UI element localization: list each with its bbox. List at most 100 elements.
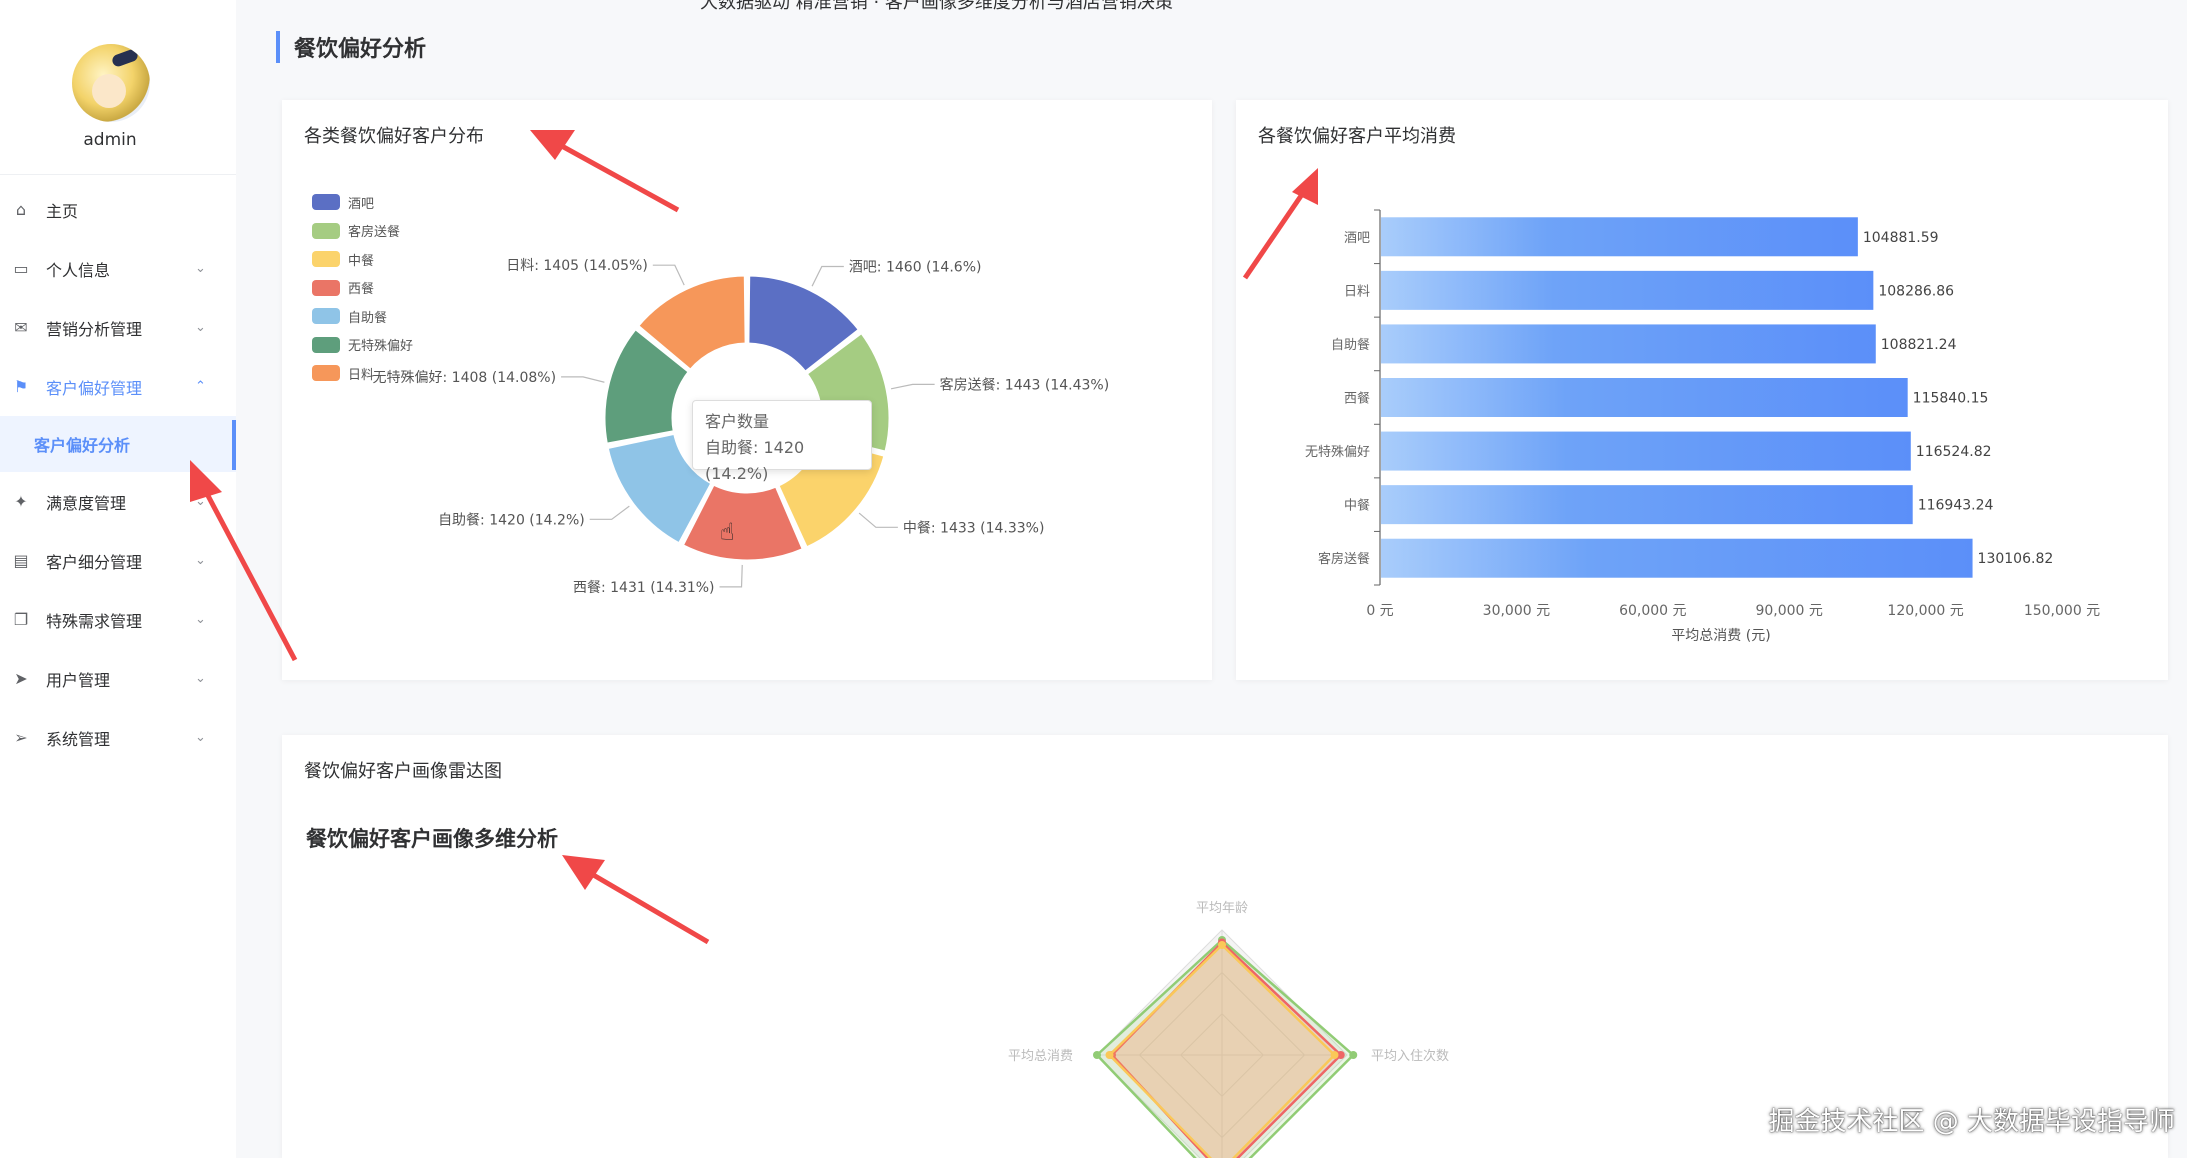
username: admin bbox=[83, 130, 137, 150]
mail-icon: ✉ bbox=[14, 318, 28, 337]
radar-point bbox=[1093, 1051, 1101, 1059]
sidebar-item-3[interactable]: ⚑ 客户偏好管理 ⌃ bbox=[0, 357, 236, 416]
avatar-face bbox=[92, 74, 126, 108]
paper-plane-icon: ➤ bbox=[14, 669, 28, 688]
pie-label: 自助餐: 1420 (14.2%) bbox=[438, 512, 585, 528]
sidebar-item-label: 营销分析管理 bbox=[46, 319, 143, 339]
radar-indicator-label: 平均年龄 bbox=[1196, 901, 1248, 916]
radar-point bbox=[1349, 1051, 1358, 1059]
radar-point bbox=[1218, 941, 1226, 949]
watermark: 掘金技术社区 @ 大数据毕设指导师 bbox=[1768, 1107, 2175, 1137]
chevron-down-icon: ⌄ bbox=[195, 730, 206, 745]
x-tick-label: 60,000 元 bbox=[1619, 603, 1686, 619]
page-header: 餐饮偏好分析 bbox=[276, 30, 426, 64]
copy-icon: ❐ bbox=[13, 610, 29, 629]
bar-value-label: 108821.24 bbox=[1881, 337, 1957, 353]
sidebar-item-0[interactable]: ⌂ 主页 bbox=[0, 180, 236, 239]
chevron-down-icon: ⌄ bbox=[195, 612, 206, 627]
sidebar-item-5[interactable]: ▤ 客户细分管理 ⌄ bbox=[0, 531, 236, 590]
page-title-accent bbox=[276, 31, 280, 63]
bar-value-label: 104881.59 bbox=[1863, 230, 1939, 246]
sidebar-divider bbox=[0, 174, 236, 175]
sidebar-menu: ⌂ 主页 ▭ 个人信息 ⌄ ✉ 营销分析管理 ⌄ ⚑ 客户偏好管理 ⌃ 客户偏好分析 ✦ 满意度管理 ⌄ ▤ 客… bbox=[0, 180, 236, 767]
thumb-icon: ✦ bbox=[14, 492, 28, 511]
x-tick-label: 0 元 bbox=[1366, 603, 1393, 619]
sidebar-item-label: 主页 bbox=[46, 201, 79, 221]
chevron-down-icon: ⌄ bbox=[195, 494, 206, 509]
pie-label: 中餐: 1433 (14.33%) bbox=[903, 520, 1045, 536]
pie-label-line bbox=[811, 265, 844, 287]
chevron-up-icon: ⌃ bbox=[195, 379, 206, 394]
y-tick-label: 客房送餐 bbox=[1318, 551, 1370, 567]
bar-card: 各餐饮偏好客户平均消费 酒吧 104881.59 日料 108286.86 自助餐 108… bbox=[1236, 100, 2168, 680]
bar[interactable] bbox=[1381, 431, 1911, 471]
bar-value-label: 116943.24 bbox=[1918, 498, 1994, 514]
avatar-bow bbox=[110, 47, 140, 69]
chevron-down-icon: ⌄ bbox=[195, 320, 206, 335]
bar-value-label: 115840.15 bbox=[1913, 391, 1989, 407]
y-tick-label: 中餐 bbox=[1344, 498, 1370, 514]
radar-chart: 平均年龄平均入住次数 平均总消费 bbox=[1008, 901, 1449, 1158]
x-tick-label: 150,000 元 bbox=[2024, 603, 2100, 619]
x-tick-label: 90,000 元 bbox=[1755, 603, 1822, 619]
radar-point bbox=[1330, 1051, 1339, 1059]
sidebar-item-label: 满意度管理 bbox=[46, 493, 127, 513]
bar[interactable] bbox=[1381, 324, 1876, 364]
bar[interactable] bbox=[1381, 270, 1874, 310]
radar-indicator-label: 平均总消费 bbox=[1008, 1049, 1073, 1064]
avatar[interactable] bbox=[72, 44, 150, 122]
pie-label-line bbox=[589, 505, 630, 520]
bar-value-label: 108286.86 bbox=[1878, 283, 1954, 299]
pie-label: 西餐: 1431 (14.31%) bbox=[573, 580, 715, 596]
pie-label-line bbox=[652, 264, 685, 286]
chevron-down-icon: ⌄ bbox=[195, 553, 206, 568]
pie-label-line bbox=[561, 376, 605, 383]
x-axis-label: 平均总消费 (元) bbox=[1671, 628, 1770, 644]
active-indicator bbox=[232, 420, 236, 470]
sidebar-subitem-label: 客户偏好分析 bbox=[34, 436, 131, 455]
pie-label: 酒吧: 1460 (14.6%) bbox=[849, 259, 982, 275]
pie-label-line bbox=[890, 383, 935, 390]
radar-indicator-label: 平均入住次数 bbox=[1371, 1048, 1449, 1064]
y-tick-label: 无特殊偏好 bbox=[1305, 445, 1370, 460]
sidebar-item-label: 客户细分管理 bbox=[46, 552, 143, 572]
bar[interactable] bbox=[1381, 378, 1908, 417]
radar-series[interactable] bbox=[1107, 943, 1337, 1158]
sidebar-item-1[interactable]: ▭ 个人信息 ⌄ bbox=[0, 239, 236, 298]
sidebar-item-6[interactable]: ❐ 特殊需求管理 ⌄ bbox=[0, 590, 236, 649]
sidebar-item-label: 用户管理 bbox=[46, 670, 111, 690]
pie-label: 客房送餐: 1443 (14.43%) bbox=[940, 376, 1110, 393]
send-icon: ➢ bbox=[14, 728, 28, 747]
bar-value-label: 130106.82 bbox=[1978, 551, 2054, 567]
sidebar-subitem-active[interactable]: 客户偏好分析 bbox=[0, 416, 236, 472]
bar[interactable] bbox=[1381, 217, 1858, 257]
top-partial-text: 大数据驱动 精准营销 · 客户画像多维度分析与酒店营销决策 bbox=[700, 0, 1173, 13]
radar-card: 餐饮偏好客户画像雷达图 餐饮偏好客户画像多维分析 平均年龄 平均入住次数 平均总消费 bbox=[282, 735, 2168, 1158]
y-tick-label: 自助餐 bbox=[1331, 337, 1370, 353]
pie-chart: 酒吧: 1460 (14.6%) 客房送餐: 1443 (14.43%) 中餐: 1… bbox=[373, 258, 1110, 596]
pie-label-line bbox=[719, 564, 743, 588]
bar[interactable] bbox=[1381, 538, 1973, 578]
sidebar-item-8[interactable]: ➢ 系统管理 ⌄ bbox=[0, 708, 236, 767]
pie-label-line bbox=[858, 512, 898, 528]
pie-tooltip: 客户数量 自助餐: 1420 (14.2%) bbox=[692, 400, 872, 483]
flag-icon: ⚑ bbox=[13, 377, 29, 396]
x-tick-label: 120,000 元 bbox=[1887, 603, 1963, 619]
sidebar-item-2[interactable]: ✉ 营销分析管理 ⌄ bbox=[0, 298, 236, 357]
sidebar-item-7[interactable]: ➤ 用户管理 ⌄ bbox=[0, 649, 236, 708]
sidebar-item-4[interactable]: ✦ 满意度管理 ⌄ bbox=[0, 472, 236, 531]
sidebar-item-label: 客户偏好管理 bbox=[46, 378, 143, 398]
y-tick-label: 西餐 bbox=[1344, 391, 1370, 407]
sidebar-item-label: 特殊需求管理 bbox=[46, 611, 143, 631]
radar-point bbox=[1105, 1051, 1114, 1059]
bar[interactable] bbox=[1381, 485, 1913, 525]
y-tick-label: 日料 bbox=[1344, 284, 1370, 299]
cursor-icon: ☝ bbox=[720, 518, 735, 546]
bar-value-label: 116524.82 bbox=[1916, 444, 1992, 460]
id-card-icon: ▭ bbox=[13, 259, 29, 278]
sidebar: admin ⌂ 主页 ▭ 个人信息 ⌄ ✉ 营销分析管理 ⌄ ⚑ 客户偏好管理 ⌃ 客户偏好分析 ✦ 满意… bbox=[0, 0, 236, 1158]
y-tick-label: 酒吧 bbox=[1344, 231, 1370, 246]
pie-label: 无特殊偏好: 1408 (14.08%) bbox=[373, 370, 557, 386]
clipboard-icon: ▤ bbox=[13, 551, 29, 570]
pie-card: 各类餐饮偏好客户分布 酒吧 客房送餐 中餐 西餐 自助餐 无特殊偏好 日料 酒吧: 1460… bbox=[282, 100, 1212, 680]
